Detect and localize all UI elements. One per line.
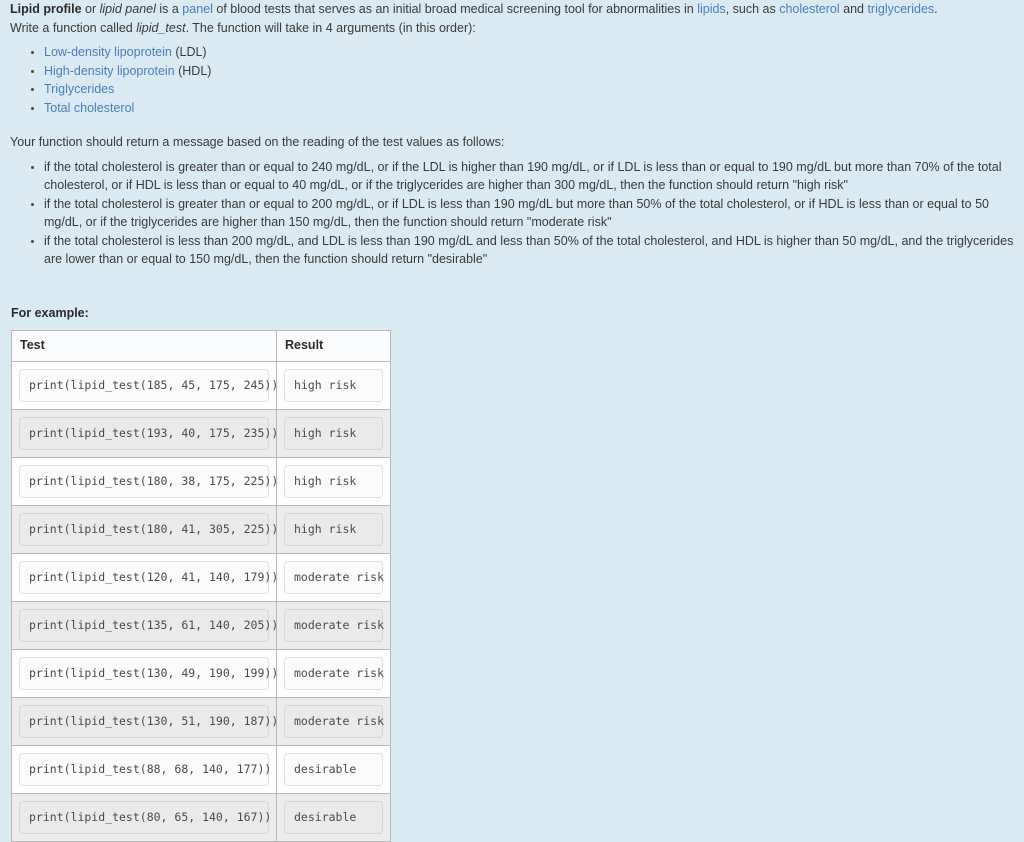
- test-cell: print(lipid_test(185, 45, 175, 245)): [11, 360, 278, 410]
- code-snippet: print(lipid_test(185, 45, 175, 245)): [19, 368, 278, 402]
- result-cell: moderate risk: [276, 552, 391, 602]
- code-snippet: print(lipid_test(135, 61, 140, 205)): [19, 608, 278, 642]
- code-snippet: print(lipid_test(180, 38, 175, 225)): [19, 464, 278, 498]
- intro-text-4: , such as: [725, 2, 780, 16]
- link-ldl[interactable]: Low-density lipoprotein: [44, 45, 172, 59]
- return-message-lead: Your function should return a message ba…: [10, 135, 505, 149]
- intro-text-3: of blood tests that serves as an initial…: [212, 2, 698, 16]
- table-row: print(lipid_test(193, 40, 175, 235)) hig…: [11, 408, 391, 458]
- code-snippet: print(lipid_test(80, 65, 140, 167)): [19, 800, 271, 834]
- test-cell: print(lipid_test(130, 51, 190, 187)): [11, 696, 278, 746]
- test-cell: print(lipid_test(80, 65, 140, 167)): [11, 792, 277, 842]
- code-snippet: print(lipid_test(120, 41, 140, 179)): [19, 560, 278, 594]
- result-cell: high risk: [276, 408, 391, 458]
- intro-line2-text-1: Write a function called: [10, 20, 137, 35]
- table-row: print(lipid_test(88, 68, 140, 177)) desi…: [11, 744, 391, 794]
- code-snippet: print(lipid_test(130, 49, 190, 199)): [19, 656, 278, 690]
- link-lipids[interactable]: lipids: [697, 2, 726, 16]
- link-triglycerides-arg[interactable]: Triglycerides: [44, 82, 114, 96]
- intro-paragraph: Lipid profile or lipid panel is a panel …: [10, 0, 1014, 37]
- column-header-result: Result: [276, 329, 391, 362]
- link-hdl[interactable]: High-density lipoprotein: [44, 64, 175, 78]
- intro-line-1: Lipid profile or lipid panel is a panel …: [10, 0, 1014, 19]
- table-row: print(lipid_test(180, 38, 175, 225)) hig…: [11, 456, 391, 506]
- test-cell: print(lipid_test(88, 68, 140, 177)): [11, 744, 277, 794]
- result-snippet: high risk: [284, 512, 383, 546]
- result-cell: moderate risk: [276, 696, 391, 746]
- link-total-cholesterol[interactable]: Total cholesterol: [44, 101, 134, 115]
- table-row: print(lipid_test(185, 45, 175, 245)) hig…: [11, 360, 391, 410]
- code-snippet: print(lipid_test(180, 41, 305, 225)): [19, 512, 278, 546]
- code-snippet: print(lipid_test(193, 40, 175, 235)): [19, 416, 278, 450]
- result-snippet: moderate risk: [284, 656, 384, 690]
- term-lipid-panel: lipid panel: [99, 2, 156, 16]
- table-header-row: Test Result: [11, 329, 391, 362]
- code-snippet: print(lipid_test(88, 68, 140, 177)): [19, 752, 271, 786]
- list-item: Low-density lipoprotein (LDL): [31, 43, 1014, 62]
- intro-text-6: .: [934, 2, 938, 16]
- argument-suffix-ldl: (LDL): [171, 45, 207, 59]
- intro-text-1: or: [81, 2, 100, 16]
- list-item: Triglycerides: [31, 80, 1014, 99]
- list-item: if the total cholesterol is greater than…: [31, 195, 1014, 232]
- column-header-test: Test: [11, 329, 277, 362]
- test-cell: print(lipid_test(193, 40, 175, 235)): [11, 408, 278, 458]
- intro-line2-text-2: . The function will take in 4 arguments …: [185, 20, 476, 35]
- list-item: High-density lipoprotein (HDL): [31, 62, 1014, 81]
- table-head: Test Result: [11, 329, 391, 362]
- result-snippet: high risk: [284, 416, 383, 450]
- code-snippet: print(lipid_test(130, 51, 190, 187)): [19, 704, 278, 738]
- table-row: print(lipid_test(130, 49, 190, 199)) mod…: [11, 648, 391, 698]
- list-item: Total cholesterol: [31, 99, 1014, 118]
- list-item: if the total cholesterol is less than 20…: [31, 232, 1014, 269]
- intro-line-2: Write a function called lipid_test. The …: [10, 19, 1014, 38]
- term-lipid-profile: Lipid profile: [10, 2, 82, 16]
- table-row: print(lipid_test(120, 41, 140, 179)) mod…: [11, 552, 391, 602]
- test-cell: print(lipid_test(130, 49, 190, 199)): [11, 648, 278, 698]
- rules-list: if the total cholesterol is greater than…: [10, 158, 1014, 269]
- result-snippet: desirable: [284, 752, 383, 786]
- result-cell: moderate risk: [276, 600, 391, 650]
- table-body: print(lipid_test(185, 45, 175, 245)) hig…: [11, 360, 391, 842]
- result-cell: moderate risk: [276, 648, 391, 698]
- result-cell: high risk: [276, 504, 391, 554]
- list-item: if the total cholesterol is greater than…: [31, 158, 1014, 195]
- table-row: print(lipid_test(135, 61, 140, 205)) mod…: [11, 600, 391, 650]
- result-cell: high risk: [276, 456, 391, 506]
- result-snippet: high risk: [284, 368, 383, 402]
- result-snippet: high risk: [284, 464, 383, 498]
- table-row: print(lipid_test(80, 65, 140, 167)) desi…: [11, 792, 391, 842]
- examples-table: Test Result print(lipid_test(185, 45, 17…: [11, 329, 391, 842]
- result-snippet: moderate risk: [284, 560, 384, 594]
- argument-suffix-hdl: (HDL): [174, 63, 212, 78]
- problem-statement-page: Lipid profile or lipid panel is a panel …: [0, 0, 1024, 842]
- result-snippet: desirable: [284, 800, 383, 834]
- intro-text-2: is a: [155, 2, 183, 16]
- table-row: print(lipid_test(130, 51, 190, 187)) mod…: [11, 696, 391, 746]
- link-cholesterol[interactable]: cholesterol: [779, 2, 839, 16]
- result-cell: high risk: [276, 360, 391, 410]
- result-cell: desirable: [276, 744, 391, 794]
- table-row: print(lipid_test(180, 41, 305, 225)) hig…: [11, 504, 391, 554]
- test-cell: print(lipid_test(180, 41, 305, 225)): [11, 504, 278, 554]
- test-cell: print(lipid_test(135, 61, 140, 205)): [11, 600, 278, 650]
- result-snippet: moderate risk: [284, 608, 384, 642]
- term-lipid-test: lipid_test: [136, 20, 186, 35]
- arguments-list: Low-density lipoprotein (LDL) High-densi…: [10, 43, 1014, 117]
- for-example-heading: For example:: [11, 305, 89, 320]
- result-cell: desirable: [276, 792, 391, 842]
- link-panel[interactable]: panel: [182, 2, 213, 16]
- result-snippet: moderate risk: [284, 704, 384, 738]
- test-cell: print(lipid_test(120, 41, 140, 179)): [11, 552, 278, 602]
- intro-text-5: and: [839, 2, 868, 16]
- test-cell: print(lipid_test(180, 38, 175, 225)): [11, 456, 278, 506]
- link-triglycerides[interactable]: triglycerides: [867, 2, 934, 16]
